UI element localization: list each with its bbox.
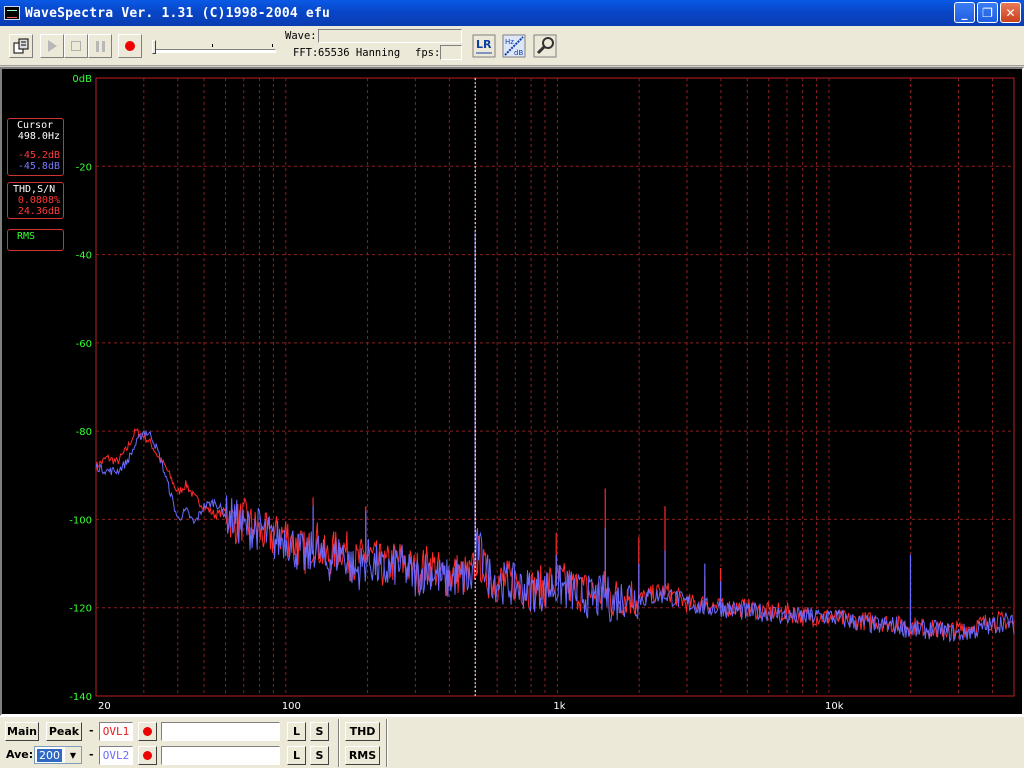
fft-value: 65536 Hanning [318, 47, 401, 59]
cursor-title: Cursor [17, 120, 54, 131]
stop-button[interactable] [64, 34, 88, 58]
scale-icon: Hz dB [502, 34, 526, 58]
sn-value: 24.36dB [17, 206, 60, 217]
lr-channel-button[interactable]: LR [471, 33, 497, 59]
play-button[interactable] [40, 34, 64, 58]
separator [386, 719, 388, 767]
x-tick-label: 100 [282, 701, 301, 712]
cursor-db-left: -45.2dB [17, 150, 60, 161]
ovl1-dash: - [89, 724, 94, 737]
cursor-frequency: 498.0Hz [17, 131, 60, 142]
title-bar[interactable]: WaveSpectra Ver. 1.31 (C)1998-2004 efu _… [0, 0, 1024, 26]
window-title: WaveSpectra Ver. 1.31 (C)1998-2004 efu [25, 5, 331, 21]
fft-label: FFT: [293, 47, 319, 59]
x-tick-label: 20 [98, 701, 111, 712]
separator [338, 719, 340, 767]
thd-button[interactable]: THD [345, 722, 380, 741]
plot-frame [95, 77, 1015, 697]
position-slider[interactable] [152, 32, 276, 58]
fps-label: fps: [415, 47, 441, 59]
y-tick-label: 0dB [72, 74, 92, 85]
y-tick-label: -80 [76, 427, 92, 438]
y-tick-label: -20 [76, 162, 92, 173]
record-icon [125, 41, 135, 51]
x-axis-labels: 20 100 1k 10k [98, 701, 844, 712]
device-icon [13, 38, 29, 54]
pause-icon [95, 40, 105, 52]
device-settings-button[interactable] [9, 34, 33, 58]
left-s-button[interactable]: S [310, 722, 329, 741]
cursor-info-box: Cursor 498.0Hz -45.2dB -45.8dB [7, 118, 64, 176]
play-icon [47, 40, 57, 52]
right-s-button[interactable]: S [310, 746, 329, 765]
svg-text:Hz: Hz [505, 38, 514, 46]
record-icon [143, 727, 152, 736]
right-l-button[interactable]: L [287, 746, 306, 765]
right-level-meter [161, 746, 280, 765]
series-right [95, 429, 1015, 643]
wrench-icon [533, 34, 557, 58]
spectrum-display[interactable]: 0dB -20 -40 -60 -80 -100 -120 -140 20 100 1k 10k C… [0, 67, 1024, 716]
record-icon [143, 751, 152, 760]
x-tick-label: 10k [825, 701, 844, 712]
left-l-button[interactable]: L [287, 722, 306, 741]
spectrum-chart[interactable]: 0dB -20 -40 -60 -80 -100 -120 -140 20 100 1k 10k [2, 69, 1022, 714]
average-select[interactable]: 200 ▼ [34, 746, 82, 764]
ovl1-indicator: OVL1 [99, 722, 133, 741]
fps-field [440, 45, 462, 60]
wave-label: Wave: [285, 30, 317, 42]
y-axis-labels: 0dB -20 -40 -60 -80 -100 -120 -140 [69, 74, 92, 703]
settings-button[interactable] [532, 33, 558, 59]
lr-icon: LR [472, 34, 496, 58]
toolbar: Wave: FFT: 65536 Hanning fps: LR Hz dB [0, 26, 1024, 66]
wave-field [318, 29, 462, 43]
y-tick-label: -40 [76, 251, 92, 262]
average-label: Ave: [6, 748, 34, 761]
bottom-panel: Main Peak Ave: 200 ▼ - - OVL1 OVL2 L L S… [0, 716, 1024, 768]
x-tick-label: 1k [553, 701, 565, 712]
slider-thumb[interactable] [152, 40, 156, 54]
y-tick-label: -100 [69, 515, 92, 526]
right-record-button[interactable] [138, 746, 157, 765]
rms-info-box: RMS [7, 229, 64, 251]
app-icon [4, 6, 20, 20]
maximize-button[interactable]: ❐ [977, 2, 998, 23]
rms-button[interactable]: RMS [345, 746, 380, 765]
left-level-meter [161, 722, 280, 741]
close-button[interactable]: ✕ [1000, 2, 1021, 23]
main-button[interactable]: Main [5, 722, 39, 741]
stop-icon [71, 41, 81, 51]
left-record-button[interactable] [138, 722, 157, 741]
y-tick-label: -140 [69, 692, 92, 703]
average-value: 200 [37, 748, 62, 762]
y-tick-label: -60 [76, 339, 92, 350]
peak-button[interactable]: Peak [46, 722, 82, 741]
svg-text:LR: LR [476, 38, 492, 51]
cursor-db-right: -45.8dB [17, 161, 60, 172]
y-tick-label: -120 [69, 604, 92, 615]
pause-button[interactable] [88, 34, 112, 58]
thd-info-box: THD,S/N 0.0808% 24.36dB [7, 182, 64, 219]
hz-db-scale-button[interactable]: Hz dB [501, 33, 527, 59]
record-button[interactable] [118, 34, 142, 58]
rms-title: RMS [17, 231, 36, 242]
grid [95, 77, 1015, 697]
thd-title: THD,S/N [13, 184, 56, 195]
chevron-down-icon[interactable]: ▼ [65, 747, 81, 763]
series-group [95, 232, 1015, 643]
minimize-button[interactable]: _ [954, 2, 975, 23]
svg-text:dB: dB [514, 49, 523, 57]
thd-value: 0.0808% [17, 195, 60, 206]
ovl2-dash: - [89, 748, 94, 761]
ovl2-indicator: OVL2 [99, 746, 133, 765]
